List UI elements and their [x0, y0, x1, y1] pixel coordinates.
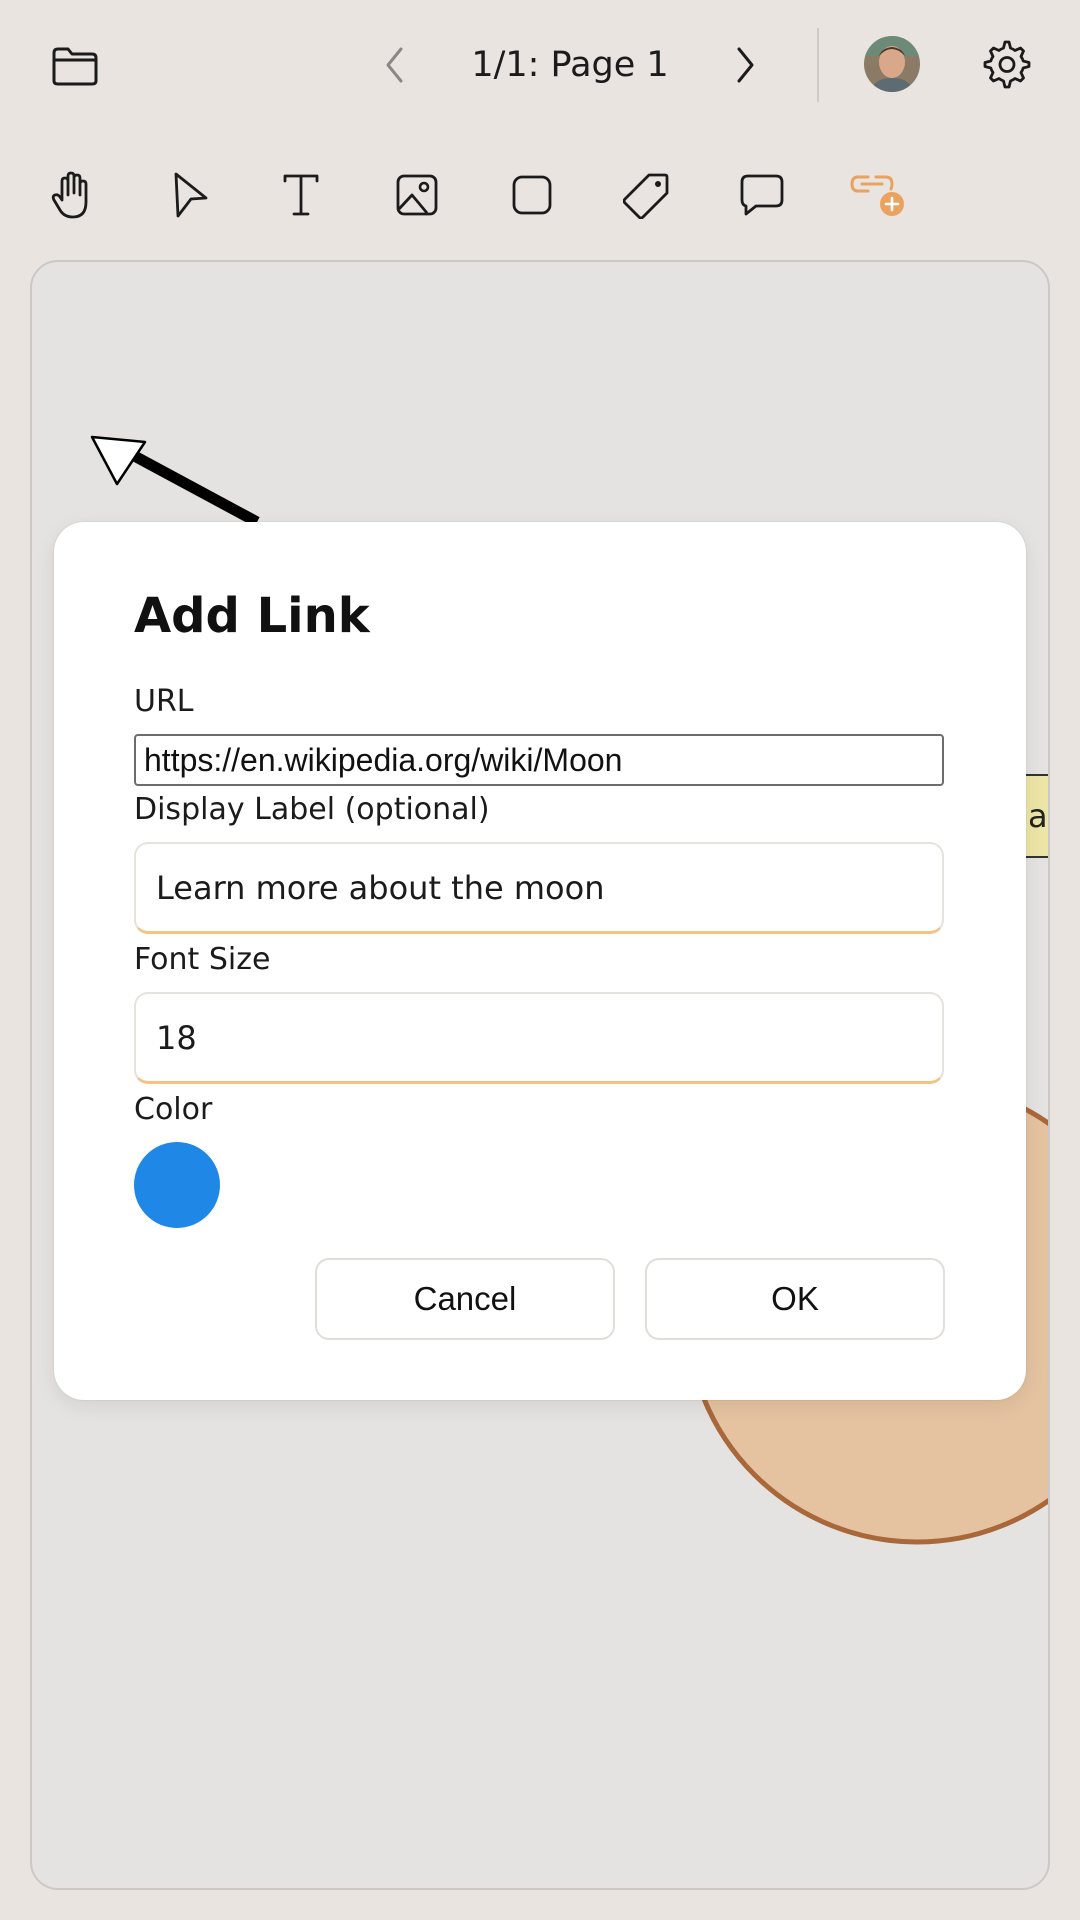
color-swatch[interactable] — [134, 1142, 220, 1228]
font-size-input[interactable] — [134, 992, 944, 1084]
image-icon — [396, 174, 438, 216]
folder-icon — [52, 47, 98, 86]
folder-button[interactable] — [40, 38, 110, 94]
chevron-left-icon — [386, 47, 403, 83]
text-icon — [283, 174, 319, 216]
page-indicator: 1/1: Page 1 — [471, 45, 669, 85]
hand-tool[interactable] — [37, 160, 107, 230]
cancel-button[interactable]: Cancel — [315, 1258, 615, 1340]
ok-button[interactable]: OK — [645, 1258, 945, 1340]
text-tool[interactable] — [266, 160, 336, 230]
comment-tool[interactable] — [727, 160, 797, 230]
speech-bubble-icon — [740, 174, 784, 216]
chevron-right-icon — [737, 47, 754, 83]
user-avatar[interactable] — [864, 36, 920, 92]
select-tool[interactable] — [155, 160, 225, 230]
color-label: Color — [134, 1092, 213, 1127]
pointer-icon — [174, 172, 208, 218]
tool-bar — [0, 160, 1080, 240]
url-label: URL — [134, 684, 194, 719]
image-tool[interactable] — [382, 160, 452, 230]
hand-icon — [51, 171, 88, 219]
tag-tool[interactable] — [612, 160, 682, 230]
dialog-title: Add Link — [134, 588, 370, 644]
next-page-button[interactable] — [720, 40, 770, 90]
tag-icon — [623, 173, 669, 219]
previous-page-button[interactable] — [370, 40, 420, 90]
add-link-dialog: Add Link URL Display Label (optional) Fo… — [54, 522, 1026, 1400]
link-add-icon — [850, 175, 904, 216]
add-link-tool[interactable] — [843, 160, 913, 230]
gear-icon — [983, 40, 1031, 89]
font-size-label: Font Size — [134, 942, 271, 977]
shape-tool[interactable] — [497, 160, 567, 230]
toolbar-divider — [817, 28, 819, 102]
top-bar: 1/1: Page 1 — [0, 0, 1080, 130]
display-label-input[interactable] — [134, 842, 944, 934]
display-label-label: Display Label (optional) — [134, 792, 490, 827]
arrow-shape[interactable] — [90, 435, 260, 527]
sticky-note[interactable]: a — [1024, 774, 1048, 858]
url-input[interactable] — [134, 734, 944, 786]
settings-button[interactable] — [978, 36, 1036, 94]
square-icon — [512, 175, 552, 215]
